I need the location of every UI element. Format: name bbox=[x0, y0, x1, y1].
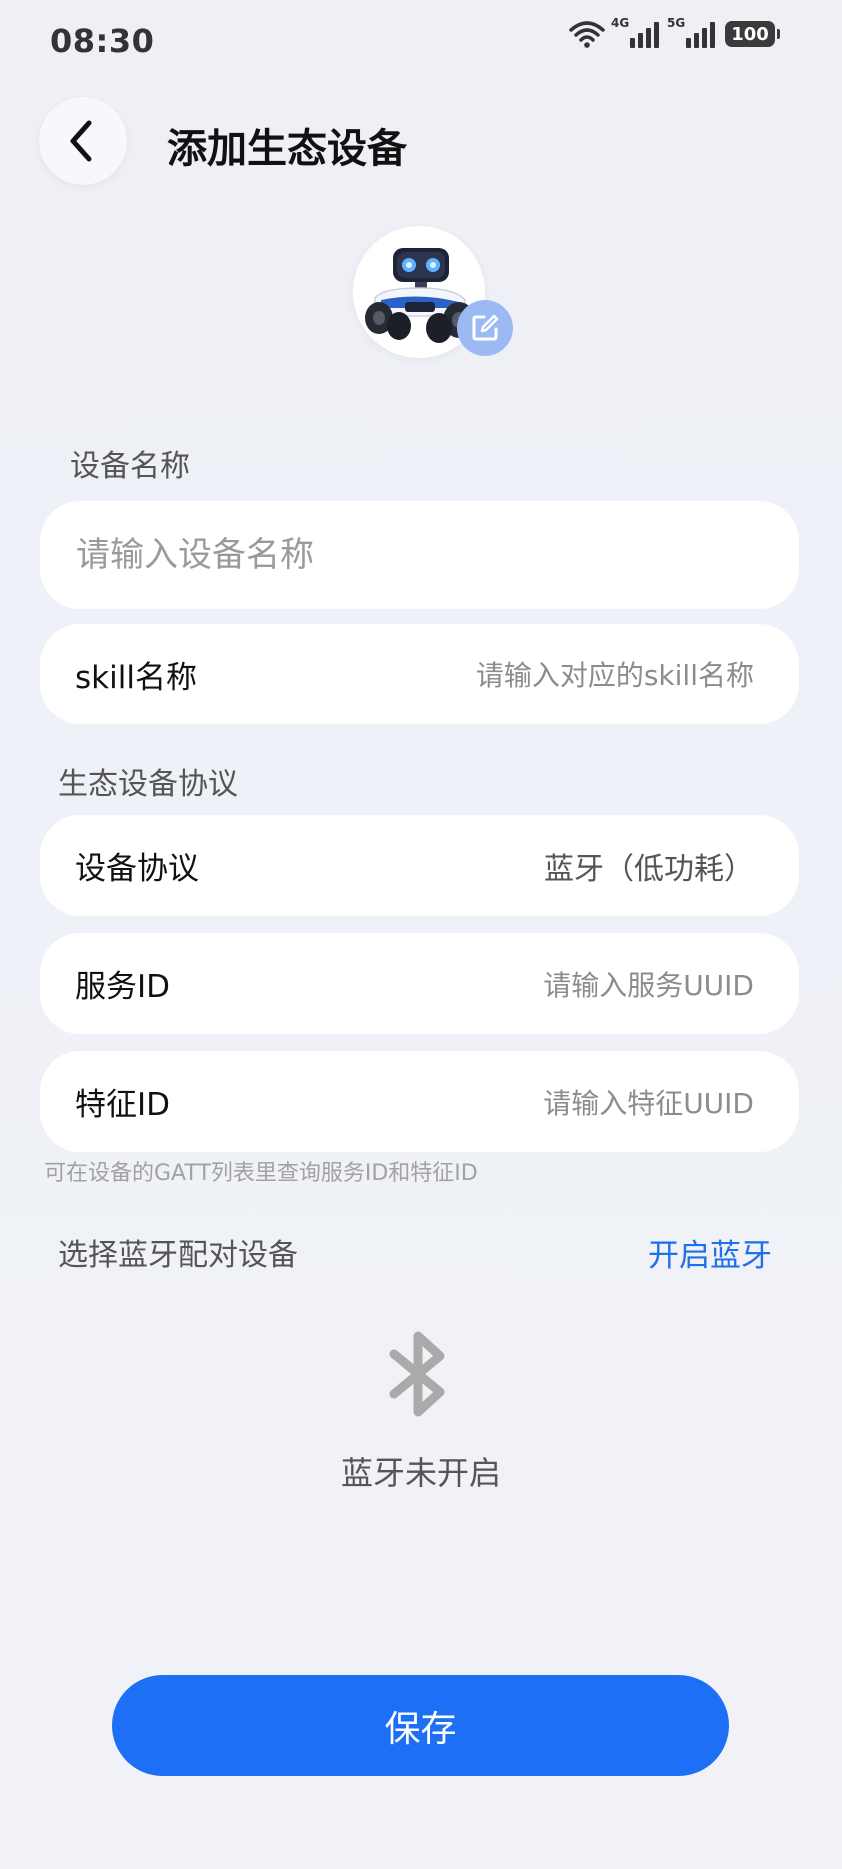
device-name-input[interactable] bbox=[40, 501, 799, 609]
bluetooth-icon bbox=[380, 1326, 460, 1422]
skill-name-input[interactable]: 请输入对应的skill名称 bbox=[476, 654, 754, 694]
bluetooth-section-label: 选择蓝牙配对设备 bbox=[58, 1238, 298, 1273]
chevron-left-icon bbox=[70, 120, 92, 162]
protocol-section-label: 生态设备协议 bbox=[58, 767, 238, 802]
open-bluetooth-link[interactable]: 开启蓝牙 bbox=[648, 1230, 772, 1275]
save-button[interactable]: 保存 bbox=[112, 1675, 729, 1776]
network-5g-label: 5G bbox=[667, 16, 686, 30]
device-name-card bbox=[40, 501, 799, 609]
back-button[interactable] bbox=[39, 97, 127, 185]
signal-4g-icon: 4G bbox=[611, 16, 661, 48]
protocol-value: 蓝牙（低功耗） bbox=[544, 851, 754, 887]
signal-5g-icon: 5G bbox=[667, 16, 717, 48]
service-id-row[interactable]: 服务ID 请输入服务UUID bbox=[40, 933, 799, 1034]
network-4g-label: 4G bbox=[611, 16, 630, 30]
service-id-label: 服务ID bbox=[75, 969, 171, 1005]
feature-id-label: 特征ID bbox=[75, 1087, 171, 1123]
gatt-hint: 可在设备的GATT列表里查询服务ID和特征ID bbox=[44, 1161, 478, 1186]
battery-icon: 100 bbox=[725, 21, 780, 47]
edit-icon bbox=[472, 314, 499, 341]
service-id-input[interactable]: 请输入服务UUID bbox=[543, 964, 754, 1004]
avatar-edit-button[interactable] bbox=[457, 300, 513, 356]
status-time: 08:30 bbox=[50, 22, 155, 60]
skill-name-label: skill名称 bbox=[75, 659, 197, 696]
skill-name-row[interactable]: skill名称 请输入对应的skill名称 bbox=[40, 624, 799, 724]
feature-id-input[interactable]: 请输入特征UUID bbox=[543, 1082, 754, 1122]
page-title: 添加生态设备 bbox=[167, 126, 407, 172]
status-icons: 4G 5G 100 bbox=[569, 16, 780, 48]
protocol-label: 设备协议 bbox=[75, 851, 199, 887]
protocol-row[interactable]: 设备协议 蓝牙（低功耗） bbox=[40, 815, 799, 916]
wifi-icon bbox=[569, 21, 605, 48]
feature-id-row[interactable]: 特征ID 请输入特征UUID bbox=[40, 1051, 799, 1152]
device-name-label: 设备名称 bbox=[70, 449, 190, 484]
battery-level: 100 bbox=[725, 21, 775, 47]
bluetooth-status-text: 蓝牙未开启 bbox=[340, 1454, 501, 1492]
